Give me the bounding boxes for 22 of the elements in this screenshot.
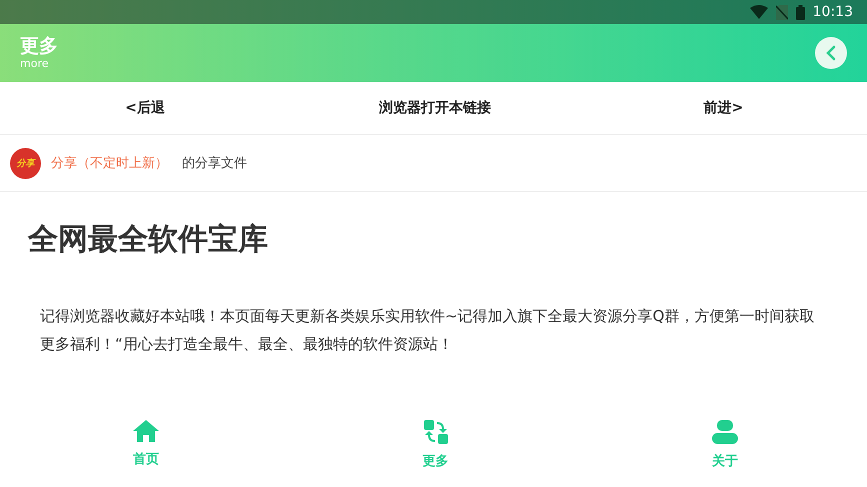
article-text: 记得浏览器收藏好本站哦！本页面每天更新各类娱乐实用软件~记得加入旗下全最大资源分享Q群，方便第一时间获取更多福利！“用心去打造全最牛、最全、最独特的软件资源站！ [40, 306, 816, 355]
back-icon [824, 45, 838, 61]
page-subtitle: more [20, 57, 50, 71]
share-logo: 分享 [10, 148, 41, 178]
person-icon [712, 420, 738, 444]
tab-button[interactable]: 首页 [118, 420, 174, 470]
article-heading: 全网最全软件宝库 [28, 222, 269, 258]
tab-button[interactable]: 关于 [697, 420, 753, 470]
nav-link[interactable]: 前进> [704, 99, 744, 117]
wifi-icon [750, 5, 768, 19]
battery-icon [796, 4, 805, 20]
home-icon [133, 420, 159, 442]
no-sim-icon [776, 4, 788, 20]
tab-button[interactable]: 更多 [408, 420, 464, 470]
sharer-name[interactable]: 分享（不定时上新） [51, 154, 168, 172]
status-time: 10:13 [812, 4, 853, 20]
nav-link[interactable]: 浏览器打开本链接 [379, 99, 491, 117]
nav-link[interactable]: <后退 [125, 99, 165, 117]
swap-icon [424, 420, 448, 444]
share-caption: 的分享文件 [182, 155, 247, 172]
back-button[interactable] [815, 37, 847, 69]
page-title: 更多 [20, 35, 58, 57]
